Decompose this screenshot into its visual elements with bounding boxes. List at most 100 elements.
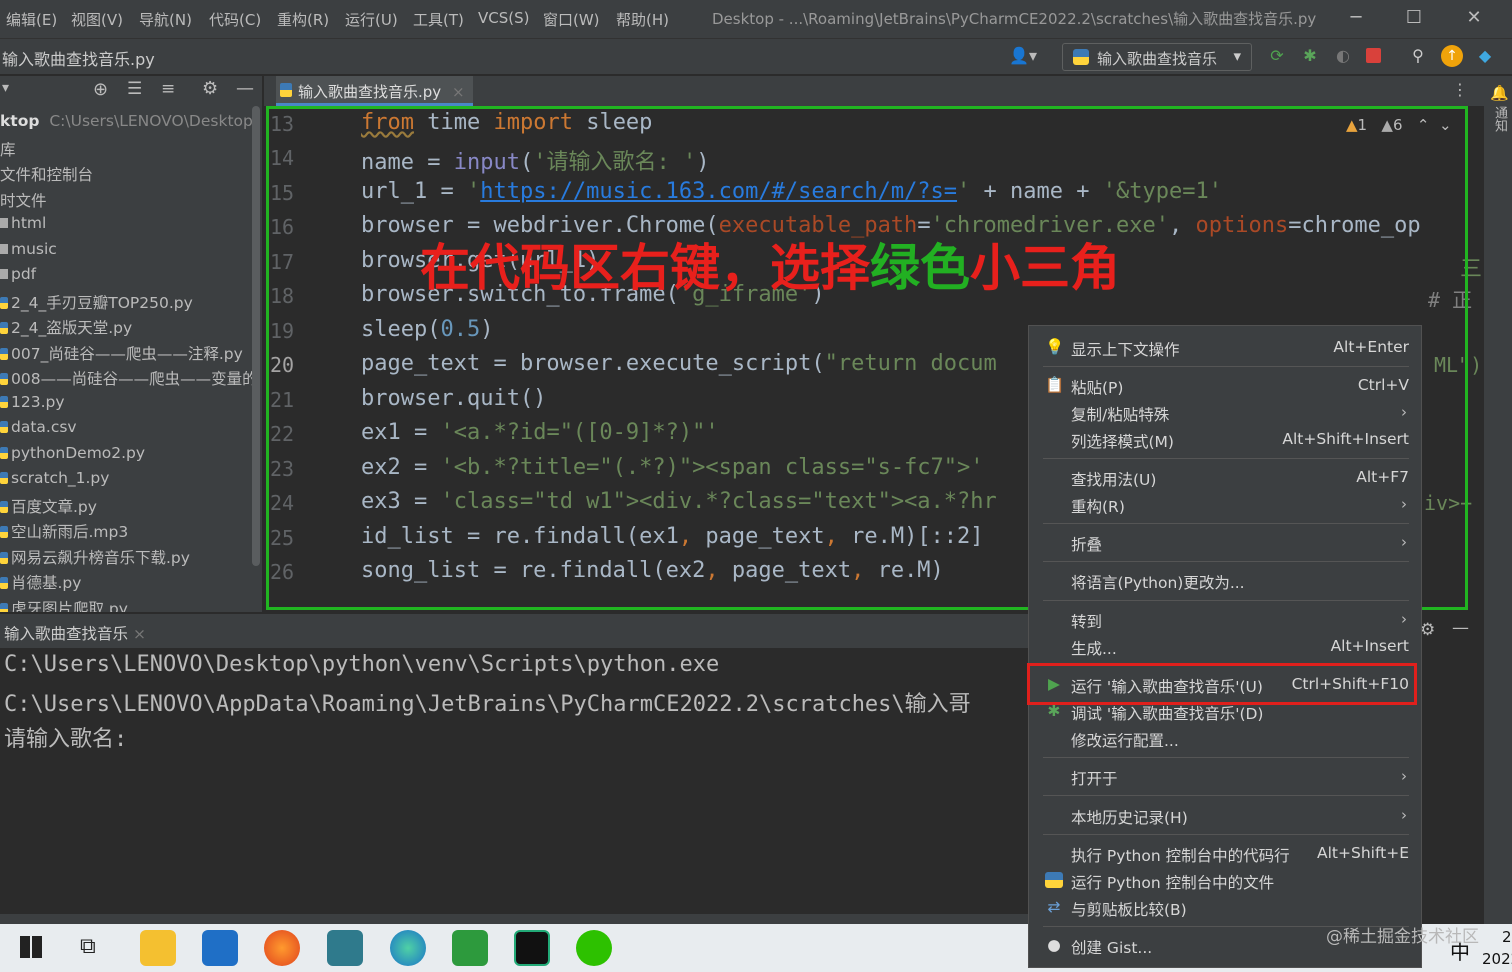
minimize-icon[interactable]: ─ bbox=[1336, 4, 1376, 32]
firefox-icon[interactable] bbox=[264, 930, 300, 966]
menu-vcs[interactable]: VCS(S) bbox=[478, 9, 529, 27]
menu-item[interactable]: 生成... bbox=[1071, 637, 1117, 659]
tree-item[interactable]: 库 bbox=[0, 138, 16, 160]
tree-item[interactable]: 008——尚硅谷——爬虫——变量的 bbox=[0, 367, 258, 389]
gear-icon[interactable]: ⚙ bbox=[1420, 620, 1435, 640]
tree-label: music bbox=[11, 240, 57, 258]
tree-label: 007_尚硅谷——爬虫——注释.py bbox=[11, 345, 243, 363]
update-icon[interactable]: ↑ bbox=[1441, 45, 1463, 67]
breadcrumb[interactable]: 输入歌曲查找音乐.py bbox=[2, 46, 155, 70]
tree-item[interactable]: 123.py bbox=[0, 393, 65, 411]
tree-item[interactable]: 网易云飙升榜音乐下载.py bbox=[0, 546, 190, 568]
tree-item[interactable]: 百度文章.py bbox=[0, 495, 97, 517]
menu-item[interactable]: 查找用法(U) bbox=[1071, 468, 1156, 490]
tree-item[interactable]: 空山新雨后.mp3 bbox=[0, 520, 128, 542]
tree-item[interactable]: 文件和控制台 bbox=[0, 163, 93, 185]
hide-icon[interactable]: — bbox=[1452, 618, 1469, 638]
gear-icon[interactable]: ⚙ bbox=[202, 78, 218, 99]
file-explorer-icon[interactable] bbox=[140, 930, 176, 966]
menu-item[interactable]: 修改运行配置... bbox=[1071, 729, 1179, 751]
menu-edit[interactable]: 编辑(E) bbox=[6, 9, 57, 30]
menu-item[interactable]: 创建 Gist... bbox=[1071, 936, 1152, 958]
hide-icon[interactable]: — bbox=[236, 78, 254, 99]
app-icon[interactable] bbox=[327, 930, 363, 966]
locate-icon[interactable]: ⊕ bbox=[93, 79, 108, 100]
wechat-icon[interactable] bbox=[576, 930, 612, 966]
menu-item[interactable]: 调试 '输入歌曲查找音乐'(D) bbox=[1071, 702, 1263, 724]
tree-item[interactable]: music bbox=[0, 240, 57, 258]
menu-item[interactable]: 列选择模式(M) bbox=[1071, 430, 1174, 452]
bell-icon[interactable]: 🔔 bbox=[1490, 84, 1509, 102]
tree-root[interactable]: ktop C:\Users\LENOVO\Desktop bbox=[0, 112, 253, 130]
python-file-icon bbox=[0, 603, 8, 612]
tree-item[interactable]: 肖德基.py bbox=[0, 571, 81, 593]
tree-item[interactable]: html bbox=[0, 214, 46, 232]
menu-tools[interactable]: 工具(T) bbox=[413, 9, 464, 30]
menu-window[interactable]: 窗口(W) bbox=[543, 9, 600, 30]
menu-item[interactable]: 复制/粘贴特殊 bbox=[1071, 403, 1169, 425]
highlight-run-item bbox=[1027, 663, 1417, 705]
menu-item[interactable]: 重构(R) bbox=[1071, 495, 1125, 517]
tree-item[interactable]: pythonDemo2.py bbox=[0, 444, 145, 462]
run-tab[interactable]: 输入歌曲查找音乐 × bbox=[4, 622, 146, 644]
menu-run[interactable]: 运行(U) bbox=[345, 9, 398, 30]
tree-item[interactable]: 2_4_手刃豆瓣TOP250.py bbox=[0, 291, 193, 313]
rerun-icon[interactable]: ⟳ bbox=[1266, 45, 1288, 67]
tree-item[interactable]: scratch_1.py bbox=[0, 469, 109, 487]
annotation-text: 在代码区右键，选择绿色小三角 bbox=[420, 228, 1120, 300]
menu-item[interactable]: 显示上下文操作 bbox=[1071, 338, 1180, 360]
windows-start-icon[interactable] bbox=[20, 936, 42, 958]
edge-icon[interactable] bbox=[390, 930, 426, 966]
menu-item[interactable]: 转到 bbox=[1071, 610, 1102, 632]
tree-item[interactable]: 虎牙图片爬取.py bbox=[0, 597, 128, 612]
tree-item[interactable]: 007_尚硅谷——爬虫——注释.py bbox=[0, 342, 243, 364]
tree-item[interactable]: data.csv bbox=[0, 418, 77, 436]
tree-item[interactable]: 2_4_盗版天堂.py bbox=[0, 316, 132, 338]
menu-item[interactable]: 粘贴(P) bbox=[1071, 376, 1123, 398]
menu-item[interactable]: 本地历史记录(H) bbox=[1071, 806, 1188, 828]
collapse-all-icon[interactable]: ≡ bbox=[161, 79, 175, 99]
menu-item[interactable]: 折叠 bbox=[1071, 533, 1102, 555]
menu-item[interactable]: 打开于 bbox=[1071, 767, 1118, 789]
tree-label: 百度文章.py bbox=[11, 498, 97, 516]
run-tab-label: 输入歌曲查找音乐 bbox=[4, 625, 129, 643]
task-view-icon[interactable]: ⧉ bbox=[80, 934, 96, 959]
plugin-icon[interactable]: ◆ bbox=[1474, 45, 1496, 67]
menu-item[interactable]: 执行 Python 控制台中的代码行 bbox=[1071, 844, 1290, 866]
menu-item[interactable]: 与剪贴板比较(B) bbox=[1071, 898, 1187, 920]
date[interactable]: 2022 bbox=[1482, 950, 1512, 968]
more-icon[interactable]: ⋮ bbox=[1452, 80, 1468, 99]
menu-view[interactable]: 视图(V) bbox=[71, 9, 123, 30]
pycharm-icon[interactable] bbox=[514, 930, 550, 966]
app-icon[interactable] bbox=[452, 930, 488, 966]
coverage-icon[interactable]: ◐ bbox=[1332, 45, 1354, 67]
editor-tab[interactable]: 输入歌曲查找音乐.py × bbox=[276, 76, 473, 106]
user-icon[interactable]: 👤▾ bbox=[1006, 45, 1040, 67]
close-tab-icon[interactable]: × bbox=[452, 83, 465, 101]
clock[interactable]: 2 bbox=[1502, 928, 1512, 946]
menu-help[interactable]: 帮助(H) bbox=[616, 9, 669, 30]
close-tab-icon[interactable]: × bbox=[133, 625, 146, 643]
scrollbar[interactable] bbox=[252, 106, 260, 566]
expand-all-icon[interactable]: ☰ bbox=[127, 79, 142, 99]
search-icon[interactable]: ⚲ bbox=[1407, 45, 1429, 67]
menu-navigate[interactable]: 导航(N) bbox=[139, 9, 192, 30]
tree-item[interactable]: pdf bbox=[0, 265, 36, 283]
run-config-select[interactable]: 输入歌曲查找音乐 ▾ bbox=[1062, 43, 1252, 71]
close-icon[interactable]: ✕ bbox=[1454, 4, 1494, 32]
tree-label: 虎牙图片爬取.py bbox=[11, 600, 128, 612]
python-file-icon bbox=[0, 447, 8, 459]
folder-icon bbox=[0, 218, 8, 228]
menu-item[interactable]: 将语言(Python)更改为... bbox=[1071, 571, 1245, 593]
menu-code[interactable]: 代码(C) bbox=[209, 9, 261, 30]
menu-refactor[interactable]: 重构(R) bbox=[277, 9, 329, 30]
stop-icon[interactable] bbox=[1366, 48, 1381, 63]
notifications-label[interactable]: 通知 bbox=[1490, 106, 1509, 132]
dropdown-icon[interactable]: ▾ bbox=[2, 80, 9, 96]
mail-icon[interactable] bbox=[202, 930, 238, 966]
tree-item[interactable]: 时文件 bbox=[0, 189, 47, 211]
console-output[interactable]: C:\Users\LENOVO\Desktop\python\venv\Scri… bbox=[0, 648, 1030, 916]
maximize-icon[interactable]: ☐ bbox=[1394, 4, 1434, 32]
debug-icon[interactable]: ✱ bbox=[1299, 45, 1321, 67]
menu-item[interactable]: 运行 Python 控制台中的文件 bbox=[1071, 871, 1274, 893]
